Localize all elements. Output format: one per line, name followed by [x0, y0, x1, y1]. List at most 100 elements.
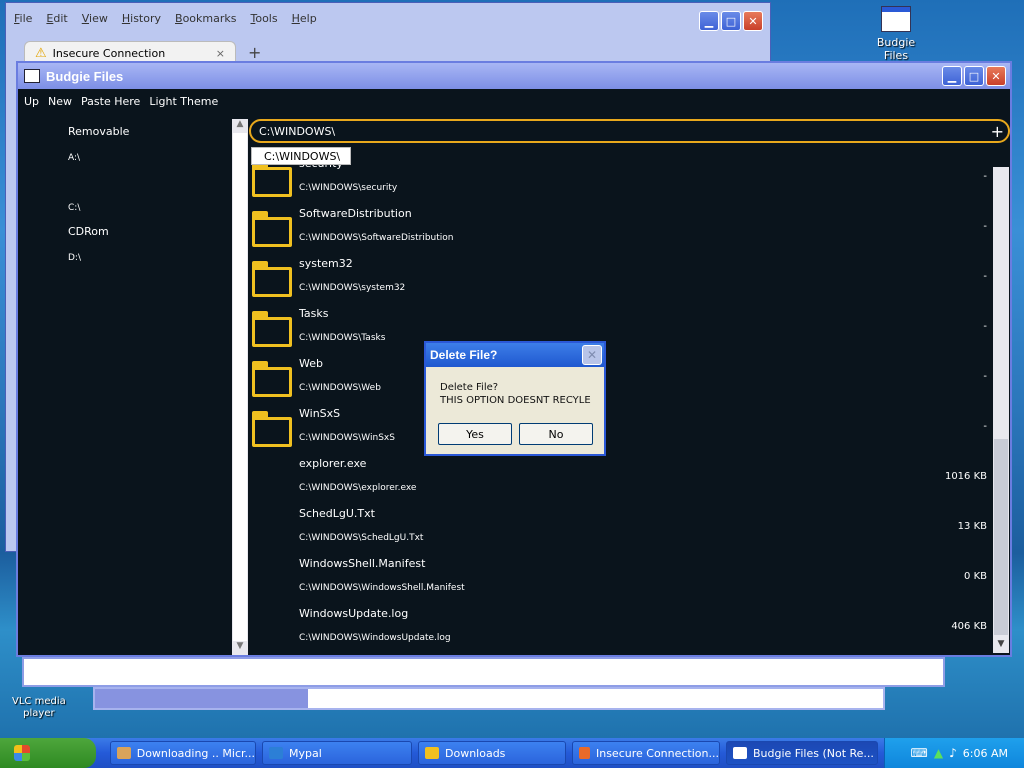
folder-icon — [252, 211, 292, 247]
file-size: - — [983, 321, 987, 332]
folder-icon — [252, 165, 292, 197]
menu-tools[interactable]: Tools — [250, 12, 277, 25]
menu-help[interactable]: Help — [292, 12, 317, 25]
file-name: explorer.exe — [299, 457, 367, 470]
taskbar-item-label: Downloading .. Micr... — [136, 746, 255, 760]
file-path: C:\WINDOWS\SchedLgU.Txt — [299, 533, 424, 543]
file-name: security — [299, 165, 343, 170]
file-path: C:\WINDOWS\WindowsUpdate.log — [299, 633, 451, 643]
close-icon[interactable]: ✕ — [582, 345, 602, 365]
taskbar-item[interactable]: Downloading .. Micr... — [110, 741, 256, 765]
maximize-icon[interactable]: □ — [964, 66, 984, 86]
scroll-down-icon[interactable]: ▼ — [232, 641, 248, 655]
app-icon — [269, 747, 283, 759]
new-button[interactable]: New — [48, 95, 72, 108]
file-name: WindowsUpdate.log — [299, 607, 409, 620]
path-value: C:\WINDOWS\ — [259, 124, 336, 138]
start-button[interactable] — [0, 738, 96, 768]
file-name: WindowsShell.Manifest — [299, 557, 426, 570]
new-tab-button[interactable]: + — [248, 43, 261, 62]
file-row[interactable]: SchedLgU.Txt C:\WINDOWS\SchedLgU.Txt 13 KB — [249, 505, 991, 555]
minimize-icon[interactable]: ▁ — [942, 66, 962, 86]
file-path: C:\WINDOWS\Web — [299, 383, 381, 393]
light-theme-button[interactable]: Light Theme — [149, 95, 218, 108]
path-suggestion[interactable]: C:\WINDOWS\ — [251, 147, 351, 165]
up-button[interactable]: Up — [24, 95, 39, 108]
close-icon[interactable]: ✕ — [743, 11, 763, 31]
file-name: WinSxS — [299, 407, 341, 420]
file-path: C:\WINDOWS\security — [299, 183, 398, 193]
network-icon[interactable]: ▲ — [934, 746, 943, 760]
taskbar-item[interactable]: Insecure Connection... — [572, 741, 720, 765]
file-size: 0 KB — [964, 571, 987, 582]
taskbar-item[interactable]: Downloads — [418, 741, 566, 765]
file-name: SchedLgU.Txt — [299, 507, 375, 520]
taskbar-item[interactable]: Mypal — [262, 741, 412, 765]
file-path: C:\WINDOWS\WindowsShell.Manifest — [299, 583, 465, 593]
file-name: Tasks — [299, 307, 329, 320]
window-title: Budgie Files — [46, 68, 124, 84]
blank-panel — [22, 657, 945, 687]
menu-view[interactable]: View — [82, 12, 108, 25]
file-row[interactable]: WindowsShell.Manifest C:\WINDOWS\WindowsS… — [249, 555, 991, 605]
close-icon[interactable]: ✕ — [986, 66, 1006, 86]
file-row[interactable]: Tasks C:\WINDOWS\Tasks - — [249, 305, 991, 355]
file-row[interactable]: security C:\WINDOWS\security - — [249, 165, 991, 205]
taskbar-item[interactable]: Budgie Files (Not Re... — [726, 741, 878, 765]
scroll-thumb[interactable] — [994, 439, 1008, 635]
sidebar-drive-a[interactable]: A:\ — [68, 153, 80, 163]
budgie-titlebar[interactable]: Budgie Files — [18, 63, 1010, 89]
menu-file[interactable]: File — [14, 12, 32, 25]
folder-icon — [252, 311, 292, 347]
desktop-icon-vlc[interactable]: VLC media player — [12, 696, 66, 720]
progress-bar — [93, 687, 885, 710]
sidebar-drive-c[interactable]: C:\ — [68, 203, 80, 213]
file-row[interactable]: system32 C:\WINDOWS\system32 - — [249, 255, 991, 305]
menu-bookmarks[interactable]: Bookmarks — [175, 12, 236, 25]
file-size: - — [983, 221, 987, 232]
speaker-icon[interactable]: ♪ — [949, 746, 957, 760]
file-size: - — [983, 271, 987, 282]
sidebar-drive-d[interactable]: D:\ — [68, 253, 81, 263]
scroll-up-icon[interactable]: ▲ — [232, 119, 248, 133]
file-row[interactable]: WinSxS C:\WINDOWS\WinSxS - — [249, 405, 991, 455]
taskbar-item-label: Mypal — [289, 746, 322, 760]
file-row[interactable]: explorer.exe C:\WINDOWS\explorer.exe 1016 … — [249, 455, 991, 505]
file-size: 13 KB — [957, 521, 987, 532]
file-row[interactable]: SoftwareDistribution C:\WINDOWS\SoftwareD… — [249, 205, 991, 255]
yes-button[interactable]: Yes — [438, 423, 512, 445]
menu-edit[interactable]: Edit — [46, 12, 67, 25]
file-list: securityC:\WINDOWS\security-SoftwareDist… — [249, 165, 991, 655]
file-row[interactable]: Web C:\WINDOWS\Web - — [249, 355, 991, 405]
clock[interactable]: 6:06 AM — [963, 747, 1008, 760]
file-list-scrollbar[interactable]: ▼ — [993, 167, 1009, 653]
drive-sidebar: Removable A:\ C:\ CDRom D:\ — [18, 115, 232, 655]
budgie-toolbar: Up New Paste Here Light Theme — [18, 89, 1010, 113]
desktop-icon-budgie-files[interactable]: Budgie Files — [864, 6, 928, 62]
minimize-icon[interactable]: ▁ — [699, 11, 719, 31]
tab-close-icon[interactable]: × — [216, 47, 225, 60]
keyboard-icon[interactable]: ⌨ — [911, 746, 928, 760]
browser-window-controls: ▁ □ ✕ — [699, 11, 763, 31]
dialog-line1: Delete File? — [440, 382, 499, 393]
scroll-down-icon[interactable]: ▼ — [993, 639, 1009, 653]
file-row[interactable]: WindowsUpdate.log C:\WINDOWS\WindowsUpdat… — [249, 605, 991, 655]
plus-icon[interactable]: + — [991, 122, 1004, 141]
file-path: C:\WINDOWS\WinSxS — [299, 433, 395, 443]
dialog-title: Delete File? — [426, 343, 604, 367]
warning-icon: ⚠ — [35, 46, 47, 61]
sidebar-cdrom-label: CDRom — [68, 225, 109, 238]
file-path: C:\WINDOWS\system32 — [299, 283, 406, 293]
progress-fill — [95, 689, 308, 708]
delete-file-dialog: Delete File? ✕ Delete File? THIS OPTION … — [424, 341, 606, 456]
system-tray: ⌨ ▲ ♪ 6:06 AM — [884, 738, 1024, 768]
sidebar-scrollbar[interactable]: ▲ ▼ — [232, 119, 248, 655]
no-button[interactable]: No — [519, 423, 593, 445]
maximize-icon[interactable]: □ — [721, 11, 741, 31]
file-size: 1016 KB — [944, 471, 987, 482]
menu-history[interactable]: History — [122, 12, 161, 25]
dialog-message: Delete File? THIS OPTION DOESNT RECYLE — [440, 381, 591, 407]
path-input[interactable]: C:\WINDOWS\ + — [249, 119, 1010, 143]
scroll-thumb[interactable] — [233, 133, 247, 641]
paste-here-button[interactable]: Paste Here — [81, 95, 140, 108]
